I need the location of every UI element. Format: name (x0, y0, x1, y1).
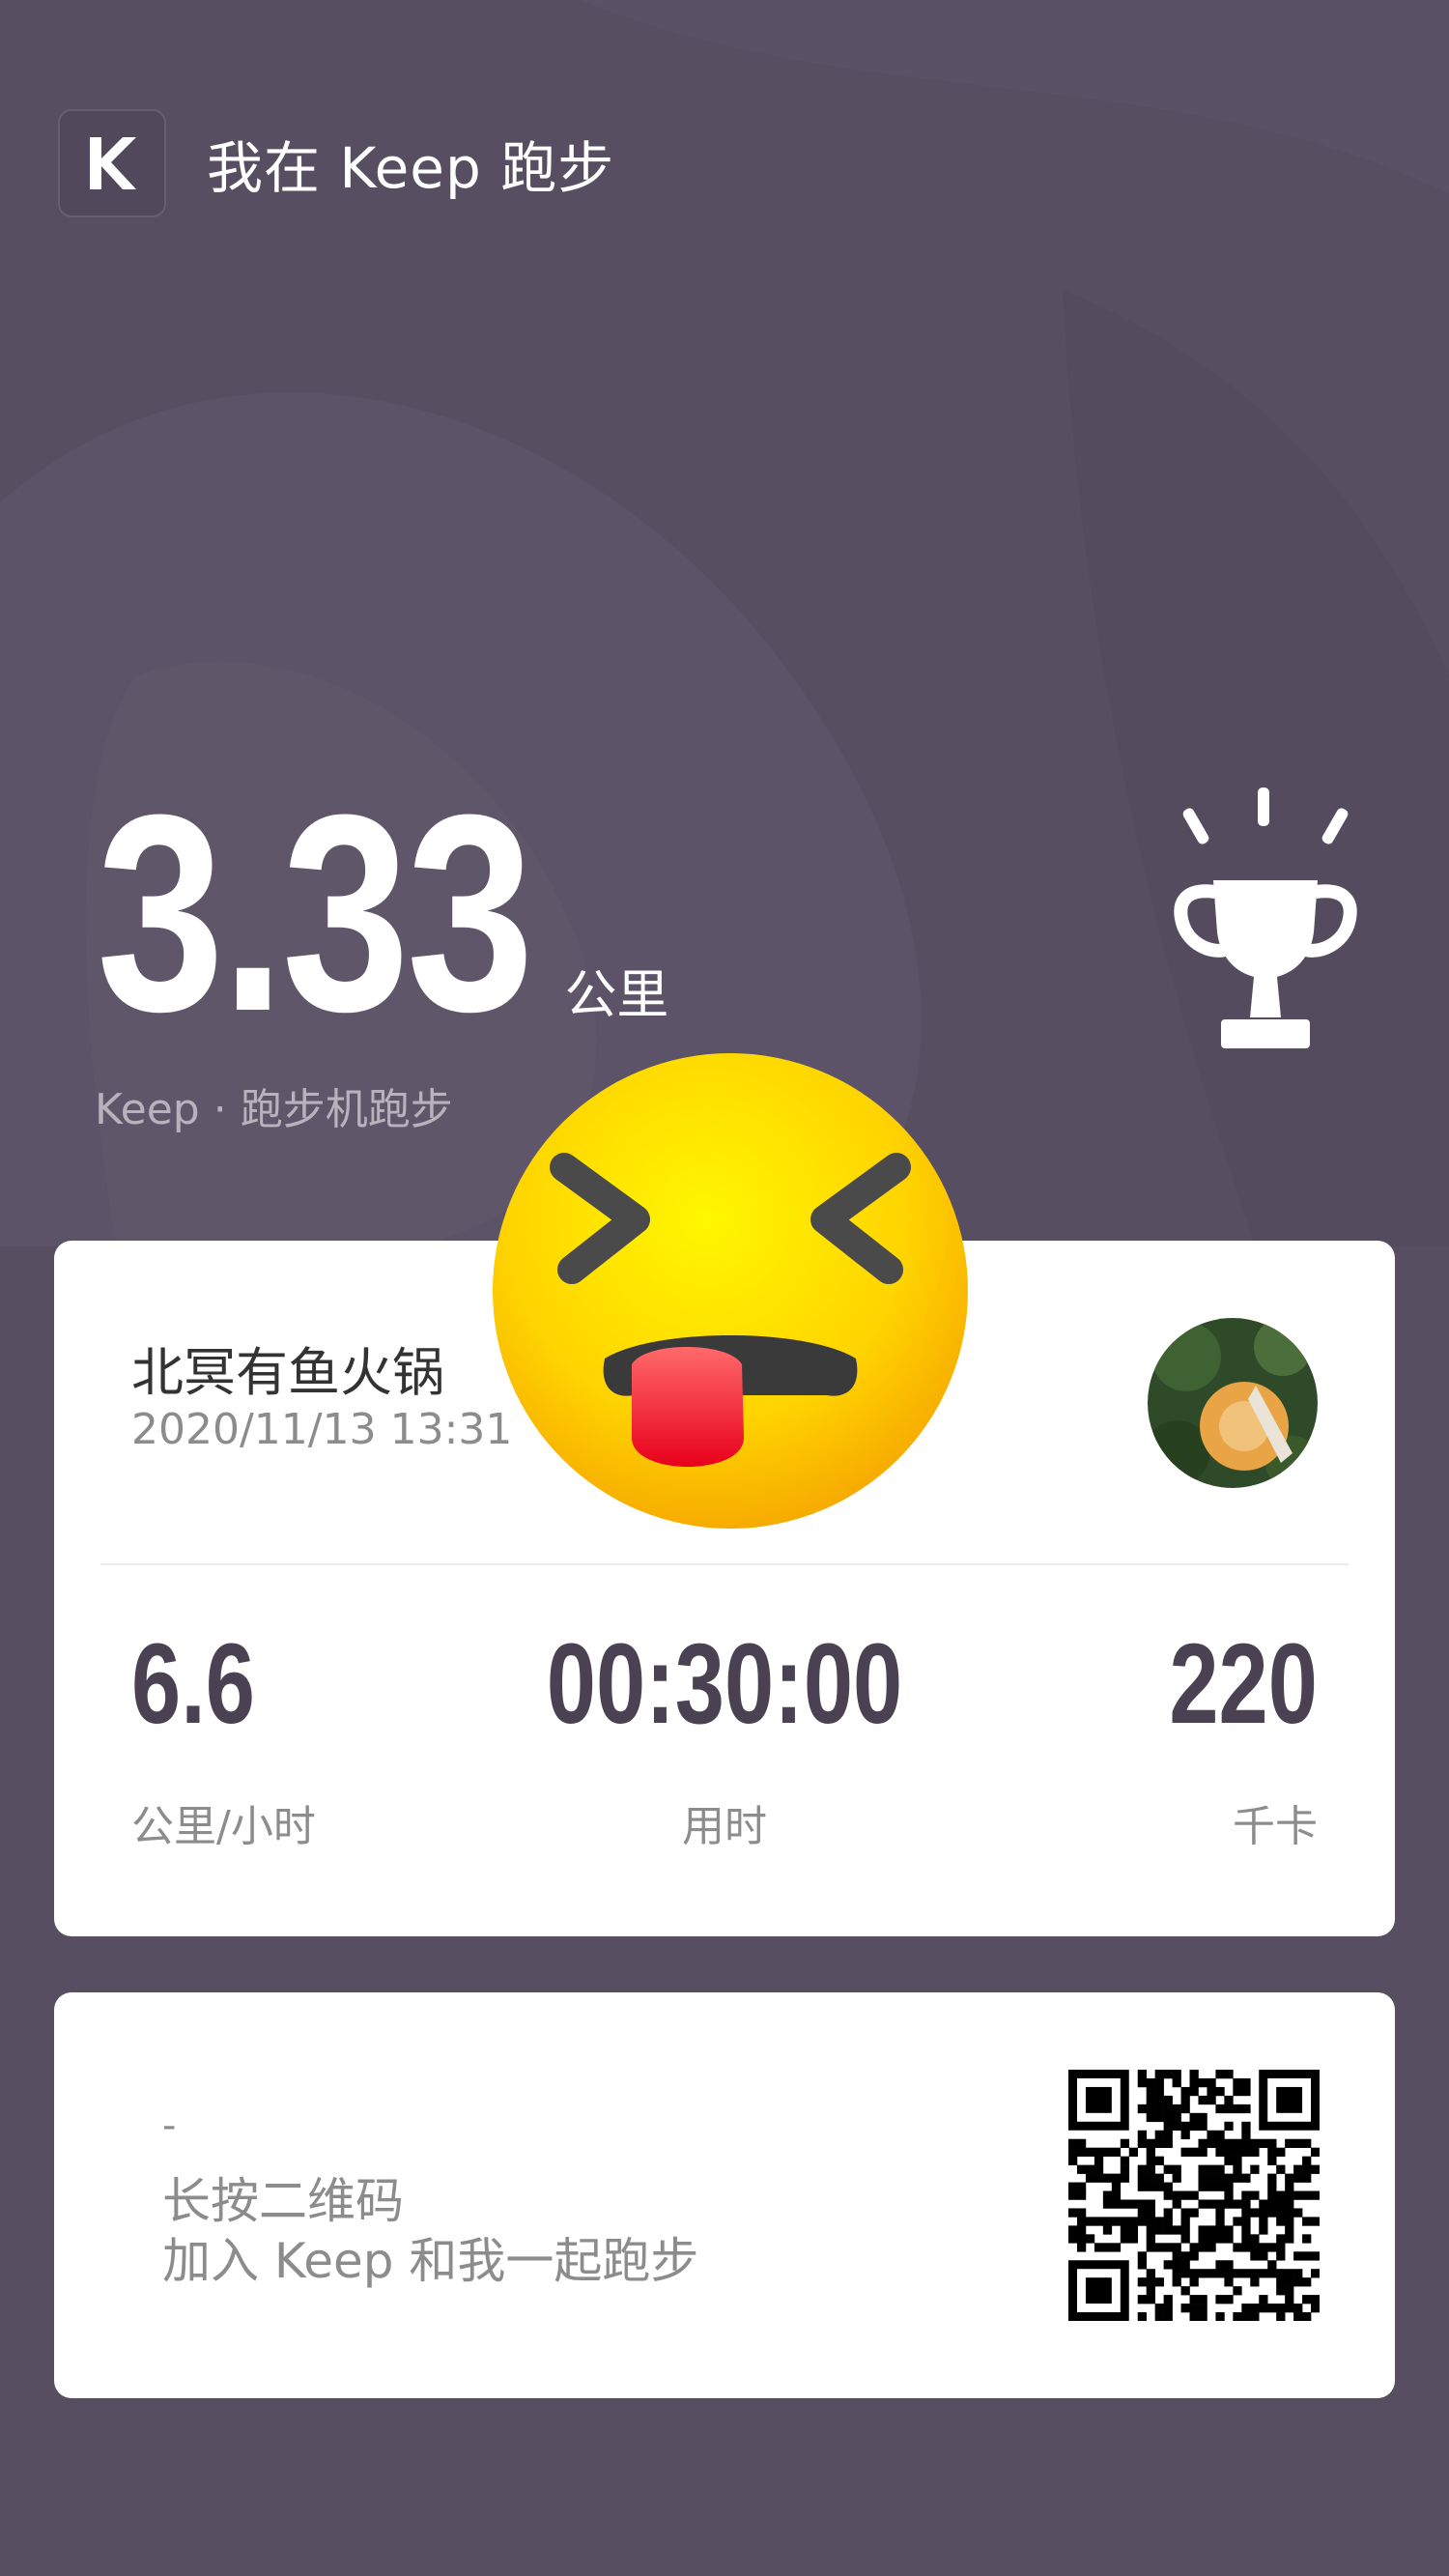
workout-datetime: 2020/11/13 13:31 (131, 1405, 513, 1454)
distance-unit: 公里 (564, 964, 669, 1025)
calories-value: 220 (1169, 1620, 1318, 1748)
keep-k-logo-icon (58, 109, 166, 217)
tongue-out-emoji-icon (493, 1053, 968, 1529)
distance-value: 3.33 (97, 757, 534, 1070)
card-divider (100, 1563, 1349, 1565)
duration-value: 00:30:00 (546, 1620, 903, 1748)
invite-dash: - (162, 2104, 177, 2148)
invite-card: - 长按二维码 加入 Keep 和我一起跑步 (54, 1992, 1395, 2398)
invite-line-2: 加入 Keep 和我一起跑步 (162, 2233, 699, 2289)
trophy-icon (1174, 787, 1357, 1048)
location-name: 北冥有鱼火锅 (131, 1342, 444, 1403)
app-title: 我在 Keep 跑步 (207, 135, 615, 201)
avatar[interactable] (1148, 1318, 1318, 1488)
calories-label: 千卡 (1233, 1802, 1318, 1851)
sport-type: Keep · 跑步机跑步 (95, 1085, 453, 1134)
duration-label: 用时 (682, 1802, 767, 1851)
header: 我在 Keep 跑步 (58, 109, 614, 217)
distance-display: 3.33 公里 (97, 773, 668, 1053)
qr-code[interactable] (1068, 2070, 1320, 2321)
